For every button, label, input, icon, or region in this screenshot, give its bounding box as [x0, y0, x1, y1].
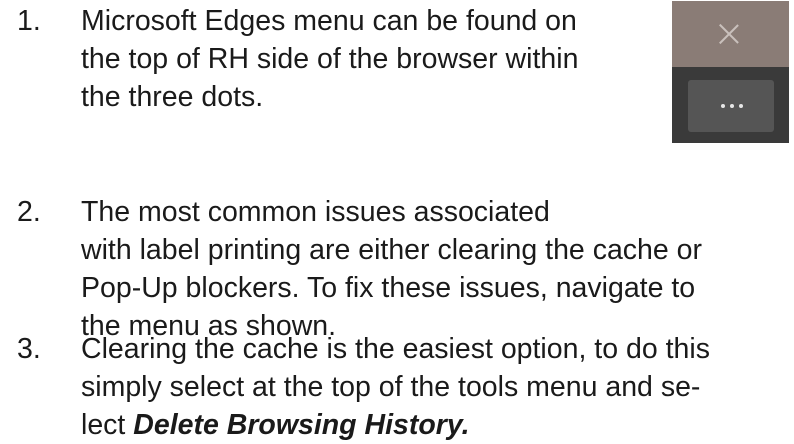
list-number: 1.	[17, 5, 41, 37]
text-line: the three dots.	[81, 81, 264, 113]
text-line: Clearing the cache is the easiest option…	[81, 333, 710, 365]
document-page: 1. Microsoft Edges menu can be found on …	[0, 0, 794, 443]
close-icon	[718, 23, 740, 45]
text-line: The most common issues associated	[81, 196, 550, 228]
emphasized-menu-item-text: Delete Browsing History.	[133, 409, 470, 441]
settings-and-more-button	[688, 80, 774, 132]
text-fragment: lect	[81, 409, 134, 441]
list-number: 3.	[17, 333, 41, 365]
text-line: Pop-Up blockers. To fix these issues, na…	[81, 272, 696, 304]
list-number: 2.	[17, 196, 41, 228]
text-line: simply select at the top of the tools me…	[81, 371, 701, 403]
list-item-text: The most common issues associated with l…	[81, 193, 702, 345]
browser-title-bar	[672, 1, 789, 67]
text-line: the top of RH side of the browser within	[81, 43, 579, 75]
text-line: Microsoft Edges menu can be found on	[81, 5, 577, 37]
edge-browser-buttons-screenshot	[672, 1, 789, 143]
more-icon	[721, 104, 743, 108]
list-item-text: Clearing the cache is the easiest option…	[81, 330, 710, 444]
text-line: with label printing are either clearing …	[81, 234, 703, 266]
text-line: lect Delete Browsing History.	[81, 406, 710, 444]
list-item-text: Microsoft Edges menu can be found on the…	[81, 2, 578, 116]
